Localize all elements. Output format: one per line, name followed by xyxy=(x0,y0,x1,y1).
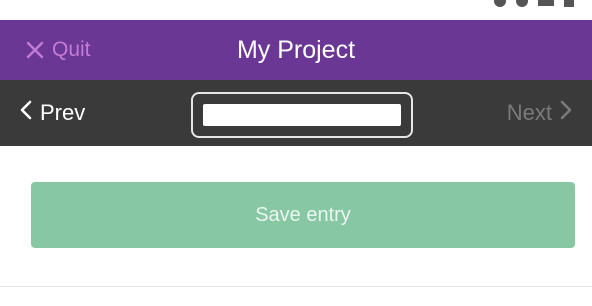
battery-icon xyxy=(564,0,574,7)
chevron-right-icon xyxy=(560,100,572,126)
next-button: Next xyxy=(507,80,572,146)
status-icon xyxy=(494,0,506,7)
main-content: Save entry xyxy=(0,146,592,306)
page-title: My Project xyxy=(236,35,356,64)
quit-label: Quit xyxy=(52,38,91,61)
close-icon xyxy=(26,41,44,59)
app-bar: Quit My Project xyxy=(0,20,592,80)
next-label: Next xyxy=(506,100,552,125)
prev-label: Prev xyxy=(40,100,86,125)
save-entry-button[interactable]: Save entry xyxy=(31,182,575,248)
entry-selector[interactable] xyxy=(191,92,413,138)
entry-name-field[interactable] xyxy=(203,104,401,126)
divider xyxy=(0,286,592,287)
prev-button[interactable]: Prev xyxy=(20,80,85,146)
quit-button[interactable]: Quit xyxy=(26,20,91,80)
status-icon xyxy=(516,0,528,7)
signal-icon xyxy=(538,0,554,6)
status-bar xyxy=(0,0,592,20)
chevron-left-icon xyxy=(20,100,32,126)
